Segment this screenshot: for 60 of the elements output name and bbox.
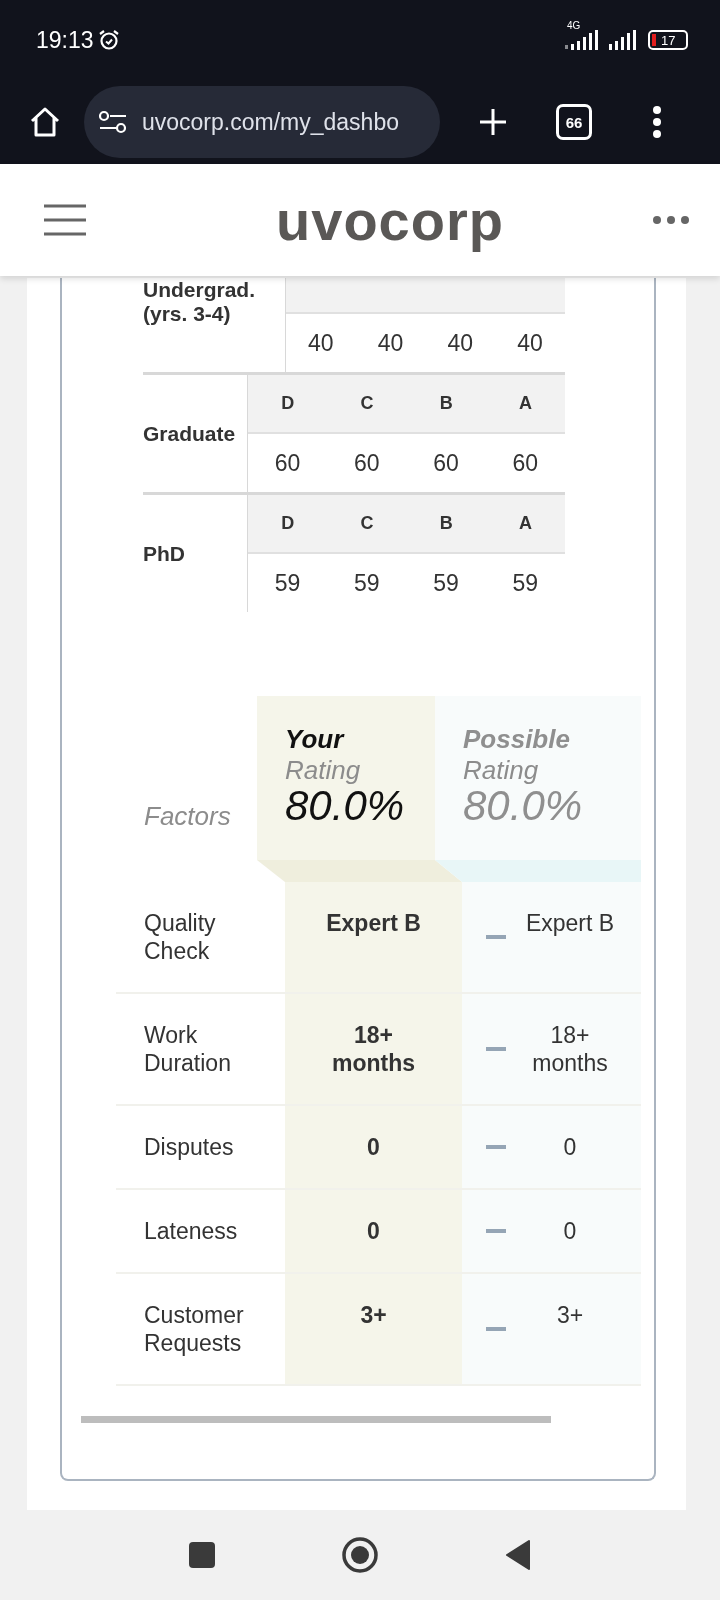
grade-label: C (359, 513, 375, 534)
factor-label: Disputes (143, 1133, 235, 1162)
table-cell-text: 60 (511, 449, 540, 477)
factors-heading: Factors (143, 801, 232, 833)
clock-time: 19:13 (36, 26, 94, 54)
dash-icon (486, 1327, 506, 1331)
rating-column-header: Possible Rating 80.0% (435, 696, 641, 860)
battery-indicator: 17 (648, 30, 688, 50)
rating-column-header: Your Rating 80.0% (257, 696, 435, 860)
address-bar[interactable]: uvocorp.com/my_dashbo (84, 86, 440, 158)
tab-count-button[interactable]: 66 (556, 104, 592, 140)
new-tab-icon[interactable] (478, 107, 508, 137)
your-rating-value: Expert B (325, 909, 422, 937)
dash-icon (486, 1047, 506, 1051)
home-button-icon[interactable] (341, 1536, 379, 1574)
dash-icon (486, 1145, 506, 1149)
table-cell-text: 59 (432, 569, 460, 597)
network-type-label: 4G (567, 20, 581, 31)
table-cell-text: 40 (307, 329, 335, 357)
alarm-clock-icon (97, 29, 120, 51)
table-cell-text: 40 (376, 329, 405, 357)
factor-label: Customer Requests (143, 1301, 245, 1358)
table-cell-text: 40 (516, 329, 544, 357)
table-cell-text: 59 (353, 569, 381, 597)
table-cell-text: 59 (511, 569, 540, 597)
grade-label: B (438, 393, 454, 414)
your-rating-value: 18+ months (330, 1021, 417, 1077)
factor-label: Work Duration (143, 1021, 232, 1078)
home-icon[interactable] (28, 105, 62, 139)
your-rating-value: 0 (366, 1217, 381, 1245)
grade-label: A (517, 513, 533, 534)
grade-label: B (438, 513, 454, 534)
more-icon[interactable] (652, 215, 690, 225)
factor-label: Lateness (143, 1217, 239, 1246)
table-cell-text: 60 (273, 449, 302, 477)
possible-rating-value: 0 (562, 1133, 578, 1161)
back-icon[interactable] (505, 1540, 531, 1570)
site-settings-icon[interactable] (98, 110, 128, 134)
grade-label: D (280, 513, 296, 534)
factor-label: Quality Check (143, 909, 217, 966)
dash-icon (486, 1229, 506, 1233)
menu-icon[interactable] (42, 203, 88, 237)
uvocorp-logo[interactable]: uvocorp (276, 187, 504, 253)
dash-icon (486, 935, 506, 939)
your-rating-value: 3+ (359, 1301, 388, 1329)
table-cell-text: 60 (432, 449, 460, 477)
your-rating-value: 0 (366, 1133, 381, 1161)
signal-icon (564, 30, 600, 50)
possible-rating-value: 18+ months (531, 1021, 609, 1077)
more-options-icon[interactable] (652, 105, 662, 139)
grade-label: C (359, 393, 375, 414)
table-cell-text: 40 (446, 329, 475, 357)
scrollbar[interactable] (81, 1416, 551, 1423)
possible-rating-value: 0 (562, 1217, 578, 1245)
possible-rating-value: Expert B (524, 909, 616, 937)
grade-label: A (517, 393, 533, 414)
table-cell-text: 59 (273, 569, 302, 597)
possible-rating-value: 3+ (555, 1301, 585, 1329)
grade-label: D (280, 393, 296, 414)
table-cell-text: 60 (353, 449, 381, 477)
